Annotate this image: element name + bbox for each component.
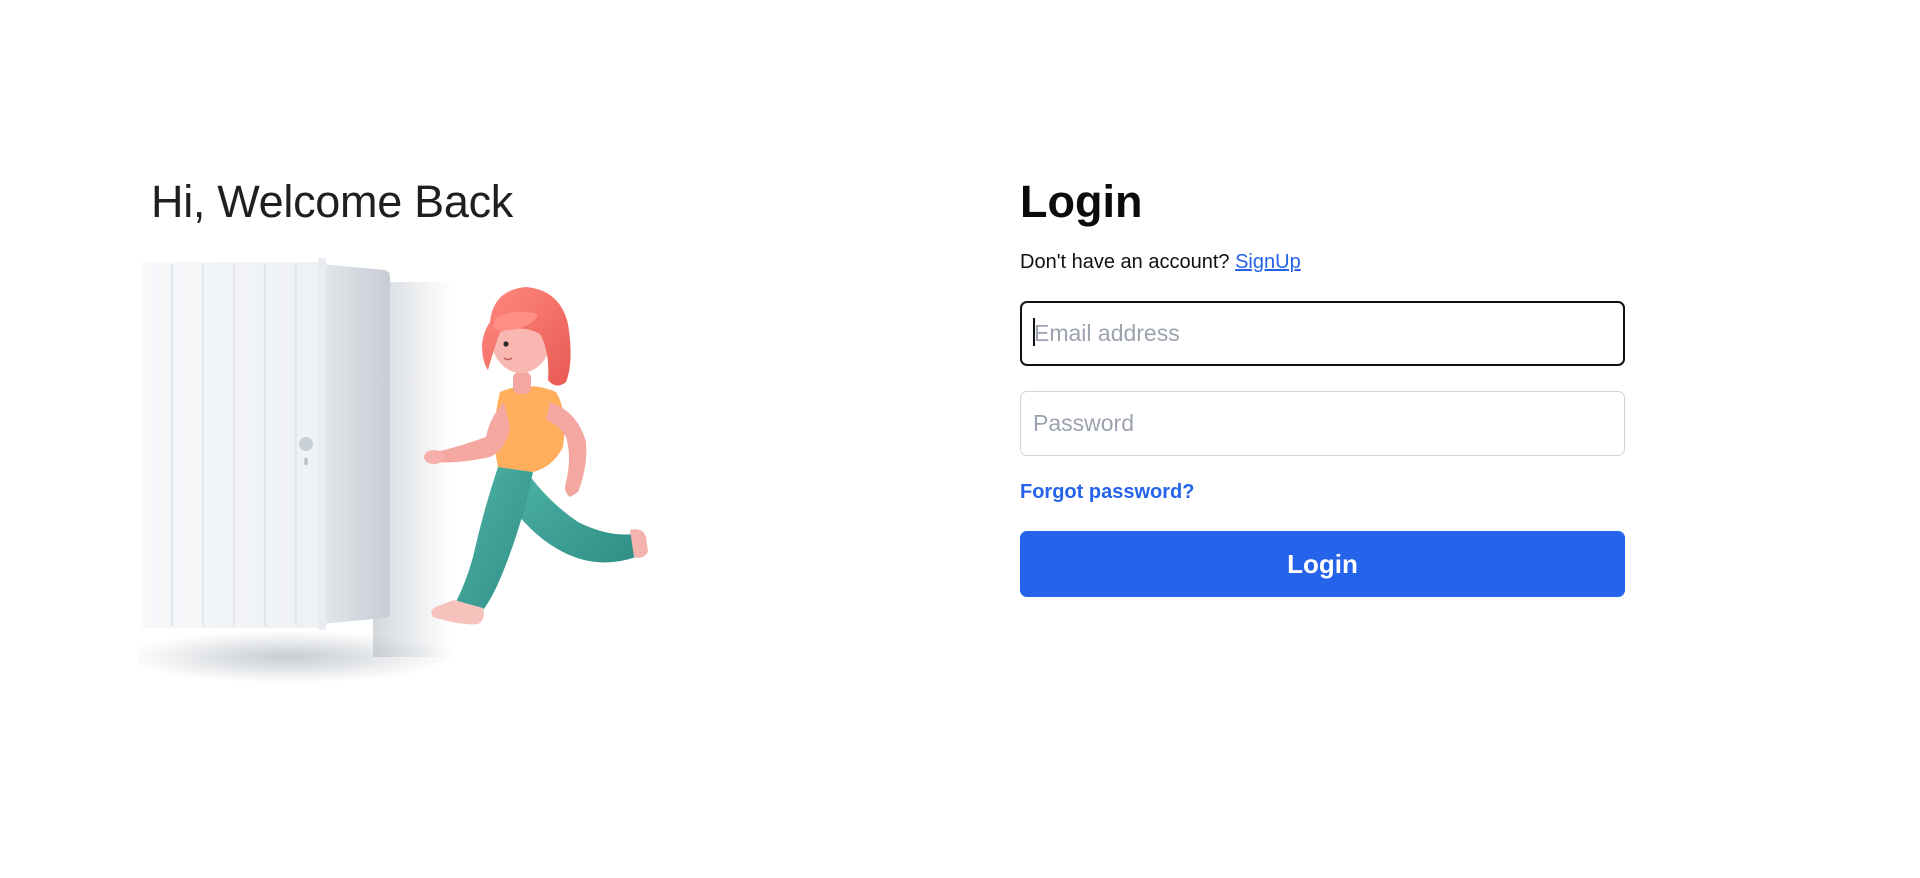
welcome-title: Hi, Welcome Back — [151, 176, 513, 227]
password-field[interactable] — [1020, 391, 1625, 456]
door-edge-highlight — [318, 258, 326, 630]
eye — [503, 341, 509, 347]
login-button[interactable]: Login — [1020, 531, 1625, 597]
front-leg — [456, 467, 533, 610]
signup-prompt-text: Don't have an account? — [1020, 251, 1230, 273]
signup-link[interactable]: SignUp — [1235, 251, 1301, 273]
door-knob-icon — [299, 437, 313, 451]
text-caret — [1033, 318, 1035, 346]
open-door-panel — [320, 264, 390, 624]
signup-prompt-line: Don't have an account? SignUp — [1020, 249, 1301, 275]
login-page: Hi, Welcome Back Login Don't have an acc… — [0, 0, 1920, 878]
hand — [424, 450, 444, 464]
login-title: Login — [1020, 176, 1143, 227]
neck — [513, 372, 531, 394]
door-running-person-illustration — [138, 258, 648, 683]
email-field[interactable] — [1020, 301, 1625, 366]
keyhole-icon — [304, 458, 308, 465]
forgot-password-link[interactable]: Forgot password? — [1020, 480, 1194, 504]
running-person — [424, 287, 648, 625]
